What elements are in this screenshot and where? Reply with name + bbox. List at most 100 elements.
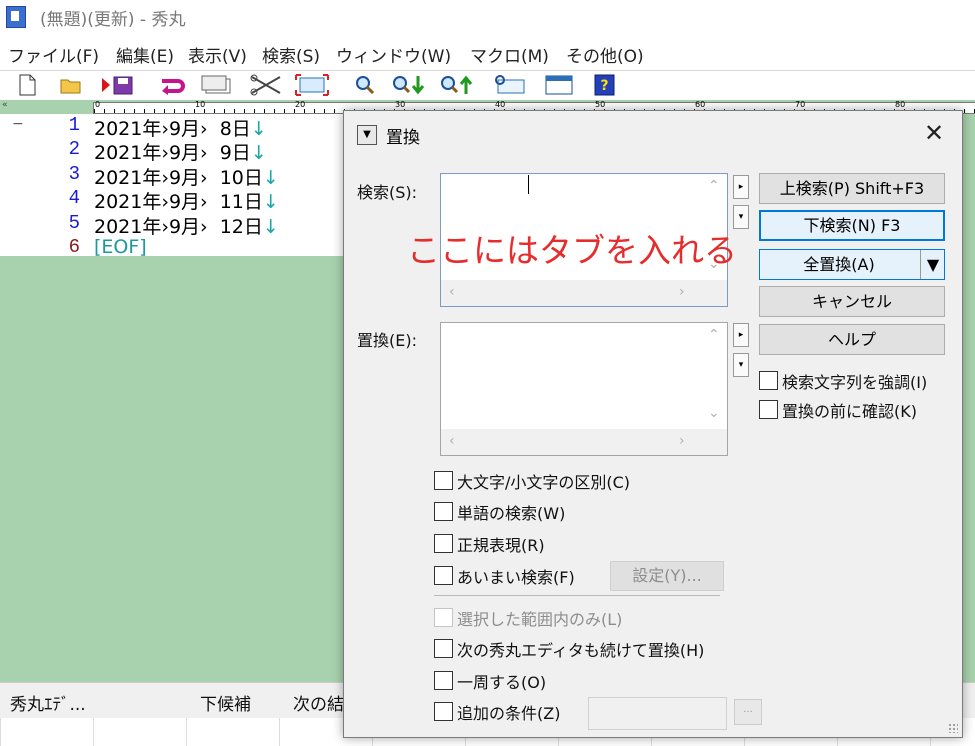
newline-mark: ↓ — [250, 142, 267, 165]
extra-conditions-button[interactable]: ... — [734, 699, 762, 725]
search-down-button[interactable]: 下検索(N) F3 — [759, 210, 945, 241]
title-bar: (無題)(更新) - 秀丸 — [0, 0, 975, 32]
code-line[interactable]: 2021年›9月› 11日↓ — [94, 187, 279, 214]
help-button[interactable]: ヘルプ — [759, 324, 945, 355]
line-number: 2 — [68, 138, 80, 161]
regex-label: 正規表現(R) — [457, 536, 545, 555]
extra-conditions-checkbox[interactable] — [434, 702, 453, 721]
case-sensitive-checkbox[interactable] — [434, 471, 453, 490]
regex-checkbox[interactable] — [434, 534, 453, 553]
save-icon[interactable] — [100, 73, 136, 97]
replace-all-dropdown-icon[interactable]: ▼ — [920, 250, 945, 279]
menu-other[interactable]: その他(O) — [566, 42, 644, 67]
case-sensitive-label: 大文字/小文字の区別(C) — [457, 473, 631, 492]
selection-only-label: 選択した範囲内のみ(L) — [457, 610, 623, 629]
undo-icon[interactable] — [158, 73, 188, 97]
scroll-up-icon[interactable]: ⌃ — [708, 178, 720, 194]
search-history-button[interactable]: ▸ — [733, 175, 749, 199]
whole-word-checkbox[interactable] — [434, 502, 453, 521]
dialog-system-menu-icon[interactable]: ▼ — [357, 125, 377, 145]
ruler-mark: 60 — [695, 100, 706, 109]
code-line-text: 2021年›9月› 8日 — [94, 118, 251, 140]
scroll-up-icon[interactable]: ⌃ — [708, 327, 720, 343]
replace-all-button[interactable]: 全置換(A) ▼ — [759, 249, 945, 280]
ruler-mark: 70 — [795, 100, 806, 109]
code-line[interactable]: 2021年›9月› 9日↓ — [94, 138, 267, 165]
fuzzy-search-label: あいまい検索(F) — [457, 568, 575, 587]
resize-grip-icon[interactable] — [948, 723, 958, 733]
cancel-button[interactable]: キャンセル — [759, 286, 945, 317]
menu-search[interactable]: 検索(S) — [262, 42, 320, 67]
scroll-down-icon[interactable]: ⌄ — [708, 405, 720, 421]
replace-all-label: 全置換(A) — [803, 255, 875, 274]
copy-icon[interactable] — [200, 73, 236, 97]
fuzzy-search-checkbox[interactable] — [434, 566, 453, 585]
line-number: 5 — [68, 211, 80, 234]
ruler-mark: 40 — [495, 100, 506, 109]
replace-field[interactable]: ⌃ ⌄ ‹ › — [440, 322, 728, 456]
status-next[interactable]: 次の結 — [293, 690, 344, 715]
newline-mark: ↓ — [262, 191, 279, 214]
menu-file[interactable]: ファイル(F) — [8, 42, 99, 67]
code-line[interactable]: 2021年›9月› 10日↓ — [94, 163, 279, 190]
highlight-label: 検索文字列を強調(I) — [782, 373, 928, 392]
window-icon[interactable] — [544, 73, 574, 97]
menu-macro[interactable]: マクロ(M) — [470, 42, 549, 67]
search-up-icon[interactable] — [438, 73, 474, 97]
replace-label: 置換(E): — [357, 331, 417, 350]
open-folder-icon[interactable] — [58, 73, 84, 97]
status-candidate[interactable]: 下候補 — [200, 690, 251, 715]
ruler-mark: 20 — [295, 100, 306, 109]
new-file-icon[interactable] — [14, 73, 40, 97]
wrap-around-label: 一周する(O) — [457, 673, 547, 692]
newline-mark: ↓ — [262, 166, 279, 189]
close-icon[interactable]: ✕ — [918, 119, 950, 147]
line-number: 6 — [68, 236, 80, 258]
confirm-before-replace-label: 置換の前に確認(K) — [782, 402, 917, 421]
ruler-mark: 30 — [395, 100, 406, 109]
code-line-text: [EOF] — [94, 236, 147, 258]
code-line-text: 2021年›9月› 11日 — [94, 191, 263, 214]
newline-mark: ↓ — [250, 118, 267, 140]
ruler-mark: 10 — [195, 100, 206, 109]
highlight-checkbox[interactable] — [759, 371, 778, 390]
ruler-mark: 50 — [595, 100, 606, 109]
settings-button[interactable]: 設定(Y)... — [610, 561, 724, 591]
paste-icon[interactable] — [294, 73, 330, 97]
code-line-text: 2021年›9月› 10日 — [94, 166, 263, 189]
replace-icon[interactable] — [492, 73, 528, 97]
search-down-icon[interactable] — [390, 73, 426, 97]
cut-icon[interactable] — [248, 73, 284, 97]
search-up-button[interactable]: 上検索(P) Shift+F3 — [759, 173, 945, 204]
line-number: 4 — [68, 187, 80, 210]
scroll-left-icon[interactable]: ‹ — [449, 433, 455, 449]
continue-next-editor-checkbox[interactable] — [434, 639, 453, 658]
search-icon[interactable] — [352, 73, 378, 97]
menu-view[interactable]: 表示(V) — [188, 42, 247, 67]
code-line-text: 2021年›9月› 9日 — [94, 142, 251, 165]
extra-conditions-field[interactable] — [588, 697, 727, 730]
search-field-hscroll[interactable]: ‹ › — [441, 280, 727, 306]
code-line[interactable]: 2021年›9月› 8日↓ — [94, 114, 267, 141]
line-number: 3 — [68, 162, 80, 185]
app-icon[interactable] — [6, 6, 26, 28]
confirm-before-replace-checkbox[interactable] — [759, 400, 778, 419]
menu-window[interactable]: ウィンドウ(W) — [336, 42, 451, 67]
eof-marker[interactable]: [EOF] — [94, 236, 147, 258]
help-icon[interactable]: ? — [592, 73, 618, 97]
extra-conditions-label: 追加の条件(Z) — [457, 704, 561, 723]
line-number: 1 — [68, 114, 80, 136]
code-line[interactable]: 2021年›9月› 12日↓ — [94, 212, 279, 239]
wrap-around-checkbox[interactable] — [434, 671, 453, 690]
replace-field-hscroll[interactable]: ‹ › — [441, 429, 727, 455]
menu-edit[interactable]: 編集(E) — [116, 42, 174, 67]
replace-history-button[interactable]: ▸ — [733, 323, 749, 347]
scroll-right-icon[interactable]: › — [679, 433, 685, 449]
scroll-right-icon[interactable]: › — [679, 284, 685, 300]
selection-only-checkbox[interactable] — [434, 608, 453, 627]
whole-word-label: 単語の検索(W) — [457, 504, 566, 523]
ruler-collapse-icon[interactable]: « — [2, 100, 8, 110]
scroll-left-icon[interactable]: ‹ — [449, 284, 455, 300]
toolbar: ? — [0, 70, 975, 101]
replace-dropdown-button[interactable]: ▾ — [733, 353, 749, 377]
